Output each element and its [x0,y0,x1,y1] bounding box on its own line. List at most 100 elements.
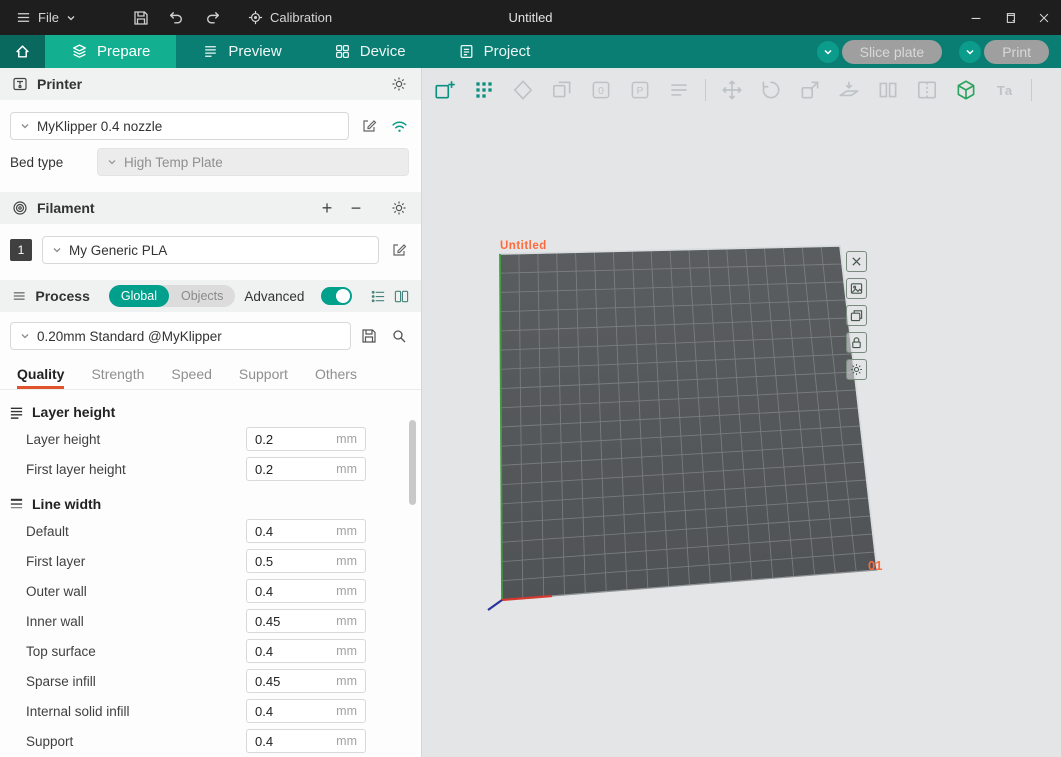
tab-speed[interactable]: Speed [171,366,211,389]
tab-others[interactable]: Others [315,366,357,389]
minimize-icon [969,11,983,25]
printer-preset-value: MyKlipper 0.4 nozzle [37,119,162,134]
printer-preset-select[interactable]: MyKlipper 0.4 nozzle [10,112,349,140]
stacked-plates-icon [850,309,863,322]
sparse-infill-input[interactable]: mm [246,669,366,693]
slice-plate-button[interactable]: Slice plate [842,40,943,64]
support-line-width-input[interactable]: mm [246,729,366,753]
unit-label: mm [336,432,365,446]
tab-device[interactable]: Device [308,35,432,68]
top-surface-input[interactable]: mm [246,639,366,663]
compare-presets-icon[interactable] [394,289,409,304]
bed-type-value: High Temp Plate [124,155,223,170]
unit-label: mm [336,674,365,688]
tab-quality[interactable]: Quality [17,366,64,389]
print-button[interactable]: Print [984,40,1049,64]
plate-settings-button[interactable] [846,359,867,380]
add-filament-button[interactable]: + [317,198,337,218]
tab-project[interactable]: Project [432,35,557,68]
group-title: Line width [32,496,101,512]
duplicate-plate-button[interactable] [846,305,867,326]
group-title: Layer height [32,404,115,420]
param-row-top-surface: Top surface mm [0,636,421,666]
slice-options-dropdown[interactable] [817,41,839,63]
delete-plate-button[interactable] [846,251,867,272]
print-action: Print [959,40,1049,64]
save-preset-icon[interactable] [361,328,377,344]
print-options-dropdown[interactable] [959,41,981,63]
file-menu-label: File [38,10,59,25]
scrollbar-thumb[interactable] [409,420,416,505]
filament-settings-button[interactable] [389,198,409,218]
layer-height-input[interactable]: mm [246,427,366,451]
bed-type-label: Bed type [10,155,87,170]
project-icon [458,43,475,60]
close-button[interactable] [1027,0,1061,35]
group-layer-height: Layer height [0,400,421,424]
bed-type-select[interactable]: High Temp Plate [97,148,409,176]
tab-device-label: Device [360,43,406,60]
image-icon [850,282,863,295]
tab-strength[interactable]: Strength [91,366,144,389]
filament-preset-value: My Generic PLA [69,243,167,258]
group-line-width: Line width [0,492,421,516]
param-row-line-width-default: Default mm [0,516,421,546]
plate-buttons [846,251,867,380]
plate-name-label[interactable]: Untitled [500,240,547,252]
wifi-icon [391,118,408,135]
param-row-inner-wall: Inner wall mm [0,606,421,636]
process-preset-select[interactable]: 0.20mm Standard @MyKlipper [10,322,351,350]
param-label: Internal solid infill [26,704,246,719]
viewport-3d[interactable]: 0 P [422,68,1061,757]
undo-button[interactable] [164,5,190,31]
tab-preview[interactable]: Preview [176,35,307,68]
printer-section-header: Printer [0,68,421,100]
printer-icon [12,76,28,92]
view-list-icon[interactable] [371,289,386,304]
tab-prepare[interactable]: Prepare [45,35,176,68]
lock-plate-button[interactable] [846,332,867,353]
internal-solid-infill-input[interactable]: mm [246,699,366,723]
file-menu-button[interactable]: File [10,10,82,25]
rename-plate-button[interactable] [846,278,867,299]
param-label: Layer height [26,432,246,447]
unit-label: mm [336,524,365,538]
inner-wall-input[interactable]: mm [246,609,366,633]
remove-filament-button[interactable]: − [346,198,366,218]
param-label: Top surface [26,644,246,659]
first-layer-height-input[interactable]: mm [246,457,366,481]
sidebar-scrollbar[interactable] [409,68,416,757]
calibration-button[interactable]: Calibration [248,10,332,25]
advanced-toggle[interactable] [321,287,352,305]
scope-global-button[interactable]: Global [109,285,169,307]
outer-wall-input[interactable]: mm [246,579,366,603]
line-width-first-layer-input[interactable]: mm [246,549,366,573]
calibration-label: Calibration [270,10,332,25]
maximize-button[interactable] [993,0,1027,35]
close-icon [1037,11,1051,25]
axis-z-blue [488,600,502,610]
edit-filament-button[interactable] [389,240,409,260]
toggle-knob [336,289,350,303]
filament-preset-select[interactable]: My Generic PLA [42,236,379,264]
search-icon[interactable] [391,328,407,344]
chevron-down-icon [107,157,117,167]
param-row-internal-solid-infill: Internal solid infill mm [0,696,421,726]
tab-support[interactable]: Support [239,366,288,389]
edit-icon [361,118,377,134]
redo-button[interactable] [200,5,226,31]
edit-printer-button[interactable] [359,116,379,136]
minimize-button[interactable] [959,0,993,35]
home-button[interactable] [0,35,45,68]
save-button[interactable] [128,5,154,31]
scope-objects-button[interactable]: Objects [169,285,235,307]
prepare-icon [71,43,88,60]
process-section-header: Process Global Objects Advanced [0,280,421,312]
line-width-default-input[interactable]: mm [246,519,366,543]
printer-connection-button[interactable] [389,116,409,136]
layer-height-icon [9,405,24,420]
param-label: First layer [26,554,246,569]
redo-icon [204,9,221,26]
chevron-down-icon [20,121,30,131]
printer-settings-button[interactable] [389,74,409,94]
